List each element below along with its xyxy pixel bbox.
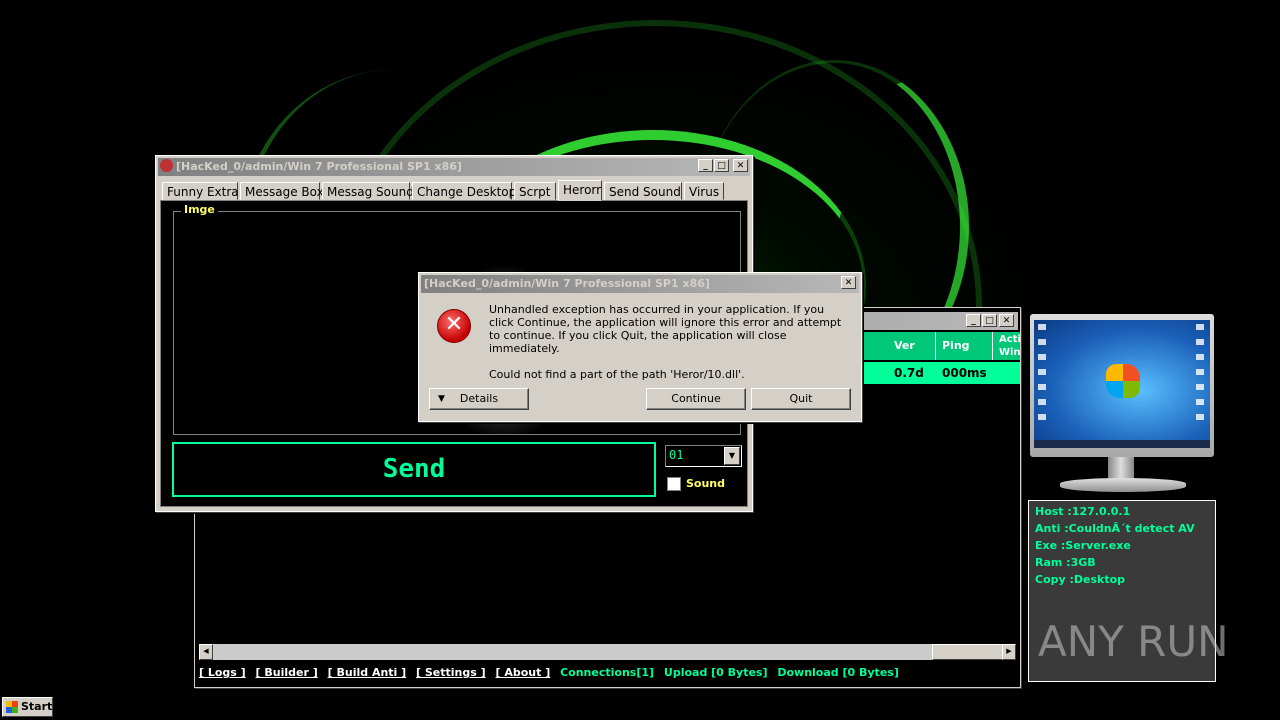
error-dialog-titlebar: [HacKed_0/admin/Win 7 Professional SP1 x… <box>421 275 859 293</box>
hack-window-title: [HacKed_0/admin/Win 7 Professional SP1 x… <box>176 160 462 173</box>
minimize-button[interactable]: _ <box>698 159 713 172</box>
status-bar: [ Logs ] [ Builder ] [ Build Anti ] [ Se… <box>199 663 1016 683</box>
details-button[interactable]: ▼ Details <box>429 388 529 410</box>
start-label: Start <box>21 700 53 713</box>
windows-logo-icon <box>6 701 18 713</box>
error-count-select[interactable]: 01 ▼ <box>665 445 742 467</box>
builder-link[interactable]: [ Builder ] <box>256 666 318 679</box>
maximize-button[interactable]: □ <box>714 159 729 172</box>
tab-change-desktop[interactable]: Change Desktop <box>412 182 516 200</box>
build-anti-link[interactable]: [ Build Anti ] <box>328 666 407 679</box>
windows-logo-icon <box>1106 364 1140 398</box>
about-link[interactable]: [ About ] <box>496 666 551 679</box>
tab-message-box[interactable]: Message Box <box>240 182 324 200</box>
anyrun-watermark: ANY RUN <box>1038 617 1229 666</box>
tab-strip: Funny Extra Message Box Messag Sound Cha… <box>162 180 724 201</box>
desktop-icons-left <box>1038 324 1046 420</box>
close-button[interactable]: ✕ <box>733 159 748 172</box>
sound-label: Sound <box>686 477 726 490</box>
victim-ver: 0.7d <box>894 366 924 380</box>
info-copy: Copy :Desktop <box>1035 573 1126 586</box>
info-ram: Ram :3GB <box>1035 556 1096 569</box>
info-exe: Exe :Server.exe <box>1035 539 1131 552</box>
upload-status: Upload [0 Bytes] <box>663 666 768 679</box>
error-message-text: Unhandled exception has occurred in your… <box>489 303 842 355</box>
start-button[interactable]: Start <box>2 697 53 717</box>
monitor-base <box>1060 478 1186 492</box>
error-dialog: [HacKed_0/admin/Win 7 Professional SP1 x… <box>418 272 862 422</box>
app-icon <box>160 159 173 172</box>
column-active-window[interactable]: Acti Win <box>993 332 1021 360</box>
column-ping[interactable]: Ping <box>936 332 993 360</box>
tab-scrpt[interactable]: Scrpt <box>514 182 556 200</box>
error-detail-text: Could not find a part of the path 'Heror… <box>489 368 745 381</box>
victim-taskbar <box>1034 440 1210 448</box>
tab-virus[interactable]: Virus <box>684 182 724 200</box>
send-button[interactable]: Send <box>172 442 656 497</box>
sound-checkbox[interactable] <box>667 477 681 491</box>
scroll-left-icon[interactable]: ◀ <box>199 644 213 660</box>
error-count-value: 01 <box>669 448 684 462</box>
victim-ping: 000ms <box>942 366 987 380</box>
info-host: Host :127.0.0.1 <box>1035 505 1131 518</box>
connections-status: Connections[1] <box>560 666 655 679</box>
details-label: Details <box>459 392 499 405</box>
minimize-button[interactable]: _ <box>966 314 981 327</box>
tab-herorr[interactable]: Herorr <box>558 180 602 201</box>
victim-monitor <box>1030 314 1214 457</box>
horizontal-scrollbar[interactable]: ◀ ▶ <box>199 644 1016 660</box>
maximize-button[interactable]: □ <box>982 314 997 327</box>
scroll-right-icon[interactable]: ▶ <box>1002 644 1016 660</box>
column-ver[interactable]: Ver <box>888 332 936 360</box>
continue-button[interactable]: Continue <box>646 388 746 410</box>
scroll-thumb[interactable] <box>932 644 1006 660</box>
victim-row[interactable]: 0.7d 000ms <box>860 362 1020 384</box>
image-group-label: Imge <box>181 203 218 216</box>
error-icon: ✕ <box>437 309 471 343</box>
close-button[interactable]: ✕ <box>841 276 856 289</box>
tab-send-sound[interactable]: Send Sound <box>604 182 682 200</box>
download-status: Download [0 Bytes] <box>777 666 899 679</box>
desktop-icons-right <box>1196 324 1204 424</box>
tab-funny-extra[interactable]: Funny Extra <box>162 182 239 200</box>
close-button[interactable]: ✕ <box>999 314 1014 327</box>
chevron-down-icon[interactable]: ▼ <box>724 447 740 465</box>
monitor-stand <box>1108 457 1134 479</box>
info-anti: Anti :CouldnÂ´t detect AV <box>1035 522 1195 535</box>
victim-desktop-screen <box>1034 320 1210 448</box>
logs-link[interactable]: [ Logs ] <box>199 666 246 679</box>
error-dialog-title: [HacKed_0/admin/Win 7 Professional SP1 x… <box>424 277 710 290</box>
tab-messag-sound[interactable]: Messag Sound <box>322 182 414 200</box>
chevron-down-icon: ▼ <box>438 394 445 404</box>
victim-grid-header: Ver Ping Acti Win <box>860 332 1021 360</box>
settings-link[interactable]: [ Settings ] <box>416 666 486 679</box>
error-message: Unhandled exception has occurred in your… <box>489 303 849 381</box>
quit-button[interactable]: Quit <box>751 388 851 410</box>
hack-window-titlebar: [HacKed_0/admin/Win 7 Professional SP1 x… <box>158 158 750 176</box>
